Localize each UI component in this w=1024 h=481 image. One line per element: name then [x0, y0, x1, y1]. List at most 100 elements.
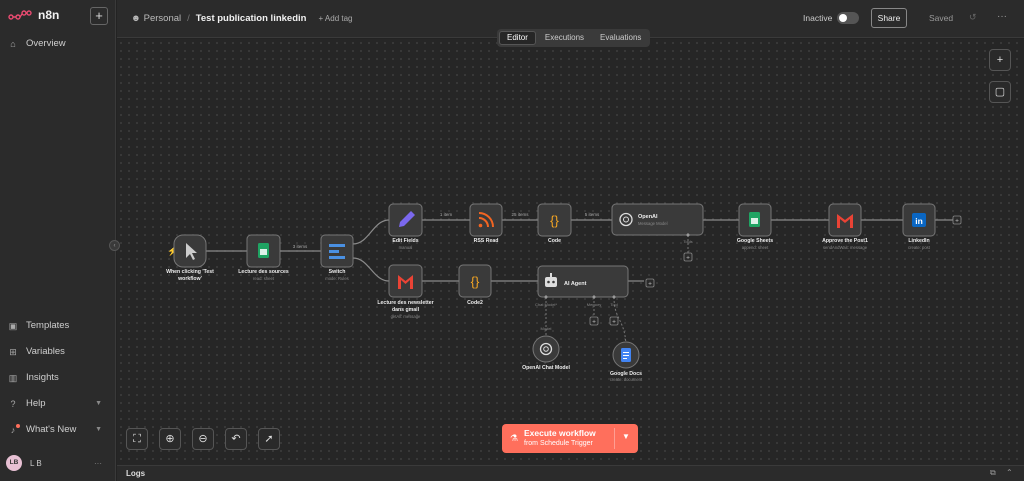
svg-text:sendAndWait: message: sendAndWait: message [823, 245, 868, 250]
sidebar-item-label: Insights [26, 372, 59, 383]
svg-text:When clicking 'Test: When clicking 'Test [166, 269, 214, 275]
history-icon[interactable]: ↺ [969, 12, 977, 23]
svg-text:manual: manual [399, 245, 413, 250]
add-tag-button[interactable]: + Add tag [318, 14, 352, 23]
more-options-icon[interactable]: ··· [997, 11, 1007, 22]
user-menu[interactable]: LB L B ··· [6, 455, 110, 471]
tidy-up-button[interactable]: ➚ [258, 428, 280, 450]
svg-text:AI Agent: AI Agent [564, 281, 587, 287]
svg-text:Memory: Memory [587, 302, 601, 307]
templates-icon: ▣ [8, 320, 18, 331]
node-switch[interactable]: Switch mode: Rules [320, 234, 354, 281]
tab-executions[interactable]: Executions [538, 31, 591, 45]
node-linkedin[interactable]: in LinkedIn create: post + [902, 203, 962, 250]
sidebar-item-label: What's New [26, 424, 77, 435]
sidebar-item-variables[interactable]: ⊞ Variables [8, 346, 108, 357]
plus-icon: + [955, 218, 959, 225]
svg-text:Code: Code [548, 238, 561, 244]
cursor-sparkle-icon: ➚ [264, 433, 274, 445]
activation-toggle[interactable] [837, 12, 859, 24]
view-tabs: Editor Executions Evaluations [497, 29, 651, 47]
sidebar-item-help[interactable]: ? Help ▼ [8, 398, 108, 409]
svg-text:mode: Rules: mode: Rules [325, 276, 349, 281]
node-openai[interactable]: OpenAI Message Model Tools + [611, 203, 704, 262]
node-ai-agent[interactable]: AI Agent Chat Model* Memory Tool + + + [535, 265, 655, 326]
svg-text:Message Model: Message Model [638, 221, 668, 226]
zoom-out-icon: ⊖ [198, 433, 208, 445]
edge-switch-gmail [352, 257, 390, 282]
svg-text:LinkedIn: LinkedIn [908, 238, 929, 244]
svg-text:workflow': workflow' [177, 276, 202, 282]
more-icon[interactable]: ··· [94, 459, 102, 468]
node-lecture-newsletter[interactable]: Lecture des newsletter dans gmail getAll… [377, 264, 434, 319]
logs-panel-bar[interactable]: Logs ⧉ ⌃ [117, 465, 1024, 481]
zoom-in-icon: ⊕ [165, 433, 175, 445]
create-new-button[interactable]: + [90, 7, 108, 25]
node-openai-chat-model[interactable]: Model OpenAI Chat Model [522, 326, 570, 371]
code-braces-icon: {} [471, 274, 480, 289]
svg-text:Model: Model [541, 326, 552, 331]
sticky-note-button[interactable]: ▢ [989, 81, 1011, 103]
add-node-panel-button[interactable]: + [989, 49, 1011, 71]
tab-editor[interactable]: Editor [499, 31, 536, 45]
sidebar-item-label: Overview [26, 38, 66, 49]
breadcrumb-separator: / [187, 13, 190, 24]
svg-text:Google Sheets: Google Sheets [737, 238, 773, 244]
saved-status: Saved [929, 13, 954, 23]
tab-evaluations[interactable]: Evaluations [593, 31, 648, 45]
svg-text:OpenAI Chat Model: OpenAI Chat Model [522, 365, 570, 371]
chevron-up-icon[interactable]: ⌃ [1006, 468, 1013, 477]
edge-label: 5 items [585, 212, 600, 217]
svg-text:dans gmail: dans gmail [392, 307, 420, 313]
workflow-name[interactable]: Test publication linkedin [196, 13, 307, 24]
plus-icon: + [686, 255, 690, 262]
fit-view-icon: ⛶ [133, 433, 141, 445]
undo-button[interactable]: ↶ [225, 428, 247, 450]
node-approve-post[interactable]: Approve the Post1 sendAndWait: message [822, 203, 868, 250]
node-rss-read[interactable]: RSS Read [469, 203, 503, 244]
brand[interactable]: n8n [8, 8, 59, 22]
sidebar-item-label: Templates [26, 320, 70, 331]
collapse-sidebar-button[interactable]: ‹ [109, 240, 120, 251]
workflow-canvas[interactable]: 3 items 1 item 25 items 5 items ⚡ When c… [117, 39, 1024, 465]
n8n-app: n8n + ⌂ Overview ▣ Templates ⊞ Variables… [0, 0, 1024, 481]
chevron-down-icon[interactable]: ▼ [622, 432, 630, 441]
avatar: LB [6, 455, 22, 471]
node-lecture-des-sources[interactable]: Lecture des sources read: sheet [238, 234, 289, 281]
zoom-to-fit-button[interactable]: ⛶ [126, 428, 148, 450]
svg-text:getAll: message: getAll: message [391, 314, 421, 319]
node-google-sheets[interactable]: Google Sheets append: sheet [737, 203, 773, 250]
sidebar: n8n + ⌂ Overview ▣ Templates ⊞ Variables… [0, 0, 116, 481]
n8n-logo-icon [8, 10, 32, 20]
svg-text:Lecture des newsletter: Lecture des newsletter [377, 300, 433, 306]
node-code2[interactable]: {} Code2 [458, 264, 492, 306]
sidebar-item-insights[interactable]: ▥ Insights [8, 372, 108, 383]
svg-text:Switch: Switch [329, 269, 346, 275]
sidebar-item-templates[interactable]: ▣ Templates [8, 320, 108, 331]
sidebar-item-overview[interactable]: ⌂ Overview [8, 38, 108, 49]
logs-label: Logs [126, 469, 146, 478]
node-code[interactable]: {} Code [537, 203, 572, 244]
user-name: L B [30, 458, 42, 468]
sidebar-item-whats-new[interactable]: ♪ What's New ▼ [8, 423, 108, 435]
svg-text:Chat Model*: Chat Model* [535, 302, 557, 307]
execute-workflow-button[interactable]: ⚗ Execute workflow from Schedule Trigger… [502, 424, 638, 453]
svg-text:Code2: Code2 [467, 300, 483, 306]
sidebar-item-label: Variables [26, 346, 65, 357]
project-owner[interactable]: ☻ Personal [131, 13, 181, 24]
zoom-in-button[interactable]: ⊕ [159, 428, 181, 450]
zoom-out-button[interactable]: ⊖ [192, 428, 214, 450]
share-button[interactable]: Share [871, 8, 907, 28]
popout-icon[interactable]: ⧉ [990, 468, 996, 478]
edge-label: 1 item [440, 212, 453, 217]
svg-text:append: sheet: append: sheet [742, 245, 769, 250]
node-edit-fields[interactable]: Edit Fields manual [388, 203, 423, 250]
node-google-docs[interactable]: Google Docs create: document [610, 341, 643, 382]
plus-icon: + [612, 319, 616, 326]
chevron-down-icon: ▼ [95, 426, 102, 433]
svg-text:Tools: Tools [683, 239, 692, 244]
edge-label: 25 items [511, 212, 529, 217]
node-manual-trigger[interactable]: ⚡ When clicking 'Test workflow' [166, 234, 214, 282]
chevron-down-icon: ▼ [95, 400, 102, 407]
execute-subtitle: from Schedule Trigger [524, 440, 593, 447]
